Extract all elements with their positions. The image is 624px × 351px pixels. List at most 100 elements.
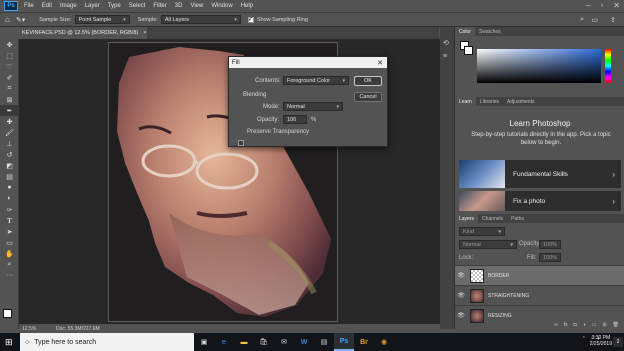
mask-icon[interactable]: ◘: [574, 322, 577, 329]
layer-fill-input[interactable]: 100%: [539, 253, 561, 262]
zoom-level[interactable]: 12.5%: [22, 326, 56, 332]
trash-icon[interactable]: 🗑: [613, 322, 619, 329]
mail-icon[interactable]: ✉: [274, 333, 294, 351]
menu-help[interactable]: Help: [241, 3, 253, 9]
tab-paths[interactable]: Paths: [507, 214, 528, 223]
store-icon[interactable]: 🛍: [254, 333, 274, 351]
quick-select-tool-icon[interactable]: ✐: [0, 72, 19, 83]
sample-dropdown[interactable]: All Layers ▾: [160, 15, 241, 24]
shape-tool-icon[interactable]: ▭: [0, 237, 19, 248]
menu-edit[interactable]: Edit: [42, 3, 52, 9]
menu-view[interactable]: View: [190, 3, 203, 9]
photoshop-taskbar-icon[interactable]: Ps: [334, 333, 354, 351]
eye-icon[interactable]: 👁: [455, 292, 467, 299]
frame-tool-icon[interactable]: ⊠: [0, 94, 19, 105]
tab-channels[interactable]: Channels: [478, 214, 507, 223]
path-select-icon[interactable]: ➤: [0, 226, 19, 237]
ok-button[interactable]: OK: [354, 76, 382, 86]
adjustment-icon[interactable]: ◑: [583, 322, 586, 329]
maximize-icon[interactable]: ▫: [600, 1, 603, 10]
search-icon[interactable]: ⌕: [580, 16, 584, 24]
task-view-icon[interactable]: ▣: [194, 333, 214, 351]
hue-slider[interactable]: [605, 49, 611, 83]
brush-tool-icon[interactable]: 🖌: [0, 127, 19, 138]
new-layer-icon[interactable]: ⊞: [602, 322, 606, 329]
tab-close-icon[interactable]: ×: [143, 30, 146, 36]
layer-opacity-input[interactable]: 100%: [539, 240, 561, 249]
background-color-chip[interactable]: [464, 46, 473, 55]
hand-tool-icon[interactable]: ✋: [0, 248, 19, 259]
learn-topic-fix-a-photo[interactable]: Fix a photo ›: [459, 191, 621, 211]
menu-select[interactable]: Select: [129, 3, 146, 9]
tab-adjustments[interactable]: Adjustments: [503, 97, 539, 106]
menu-3d[interactable]: 3D: [175, 3, 183, 9]
history-icon[interactable]: ⟲: [443, 39, 449, 47]
preserve-transparency-checkbox[interactable]: [238, 140, 244, 146]
mode-dropdown[interactable]: Normal ▾: [283, 102, 343, 111]
menu-filter[interactable]: Filter: [153, 3, 166, 9]
chevron-up-icon[interactable]: ⌃: [582, 336, 586, 342]
tab-learn[interactable]: Learn: [455, 97, 476, 106]
healing-brush-icon[interactable]: ✚: [0, 116, 19, 127]
tab-libraries[interactable]: Libraries: [476, 97, 503, 106]
layer-filter-dropdown[interactable]: Kind ▾: [459, 227, 505, 236]
clock[interactable]: 3:30 PM 2/25/2019: [590, 335, 612, 347]
learn-topic-fundamental-skills[interactable]: Fundamental Skills ›: [459, 160, 621, 188]
menu-layer[interactable]: Layer: [85, 3, 100, 9]
app-icon[interactable]: ▤: [314, 333, 334, 351]
lasso-tool-icon[interactable]: ➰: [0, 61, 19, 72]
pen-tool-icon[interactable]: ✑: [0, 204, 19, 215]
layer-row-border[interactable]: 👁 BORDER: [455, 265, 624, 285]
document-tab[interactable]: KEVINFACE.PSD @ 12.5% (BORDER, RGB/8) ×: [19, 27, 147, 39]
cancel-button[interactable]: Cancel: [354, 92, 382, 102]
eye-icon[interactable]: 👁: [455, 272, 467, 279]
history-brush-icon[interactable]: ↺: [0, 149, 19, 160]
menu-file[interactable]: File: [24, 3, 34, 9]
word-icon[interactable]: W: [294, 333, 314, 351]
notification-badge[interactable]: 2: [613, 337, 623, 347]
type-tool-icon[interactable]: T: [0, 215, 19, 226]
tab-swatches[interactable]: Swatches: [475, 27, 505, 36]
crop-tool-icon[interactable]: ⌗: [0, 83, 19, 94]
close-icon[interactable]: ✕: [377, 59, 383, 67]
minimize-icon[interactable]: –: [586, 1, 590, 10]
home-icon[interactable]: ⌂: [5, 15, 10, 24]
layer-row-straightening[interactable]: 👁 STRAIGHTENING: [455, 285, 624, 305]
dodge-tool-icon[interactable]: ◐: [0, 193, 19, 204]
blur-tool-icon[interactable]: ●: [0, 182, 19, 193]
eraser-tool-icon[interactable]: ◩: [0, 160, 19, 171]
folder-icon[interactable]: ▭: [592, 322, 597, 329]
gradient-tool-icon[interactable]: ▤: [0, 171, 19, 182]
tab-layers[interactable]: Layers: [455, 214, 479, 223]
link-icon[interactable]: ∞: [554, 322, 558, 329]
marquee-tool-icon[interactable]: ⬚: [0, 50, 19, 61]
fx-icon[interactable]: fx: [564, 322, 568, 329]
dialog-title-bar[interactable]: Fill ✕: [229, 57, 387, 68]
foreground-color-swatch[interactable]: [3, 309, 12, 318]
eyedropper-tool-icon[interactable]: ✎▾: [16, 16, 25, 24]
move-tool-icon[interactable]: ✥: [0, 39, 19, 50]
workspace-icon[interactable]: ▭: [591, 16, 598, 24]
menu-type[interactable]: Type: [108, 3, 121, 9]
more-tools-icon[interactable]: ···: [0, 270, 19, 281]
edge-icon[interactable]: e: [214, 333, 234, 351]
chrome-icon[interactable]: ◉: [374, 333, 394, 351]
blend-mode-dropdown[interactable]: Normal ▾: [459, 240, 517, 249]
contents-dropdown[interactable]: Foreground Color ▾: [283, 76, 349, 85]
file-explorer-icon[interactable]: ▬: [234, 333, 254, 351]
zoom-tool-icon[interactable]: ⌕: [0, 259, 19, 270]
taskbar-search[interactable]: ○ Type here to search: [20, 333, 194, 351]
share-icon[interactable]: ⇪: [610, 16, 616, 24]
eyedropper-tool-icon[interactable]: ✒: [0, 105, 19, 116]
close-icon[interactable]: ✕: [613, 1, 620, 10]
tab-color[interactable]: Color: [455, 27, 475, 36]
menu-image[interactable]: Image: [60, 3, 77, 9]
color-picker-field[interactable]: [477, 49, 601, 83]
menu-window[interactable]: Window: [211, 3, 232, 9]
clone-stamp-icon[interactable]: ⊥: [0, 138, 19, 149]
show-sampling-ring-checkbox[interactable]: [247, 15, 254, 23]
properties-icon[interactable]: ≡: [443, 53, 447, 60]
eye-icon[interactable]: 👁: [455, 312, 467, 319]
bridge-icon[interactable]: Br: [354, 333, 374, 351]
windows-start-icon[interactable]: ⊞: [5, 337, 13, 348]
